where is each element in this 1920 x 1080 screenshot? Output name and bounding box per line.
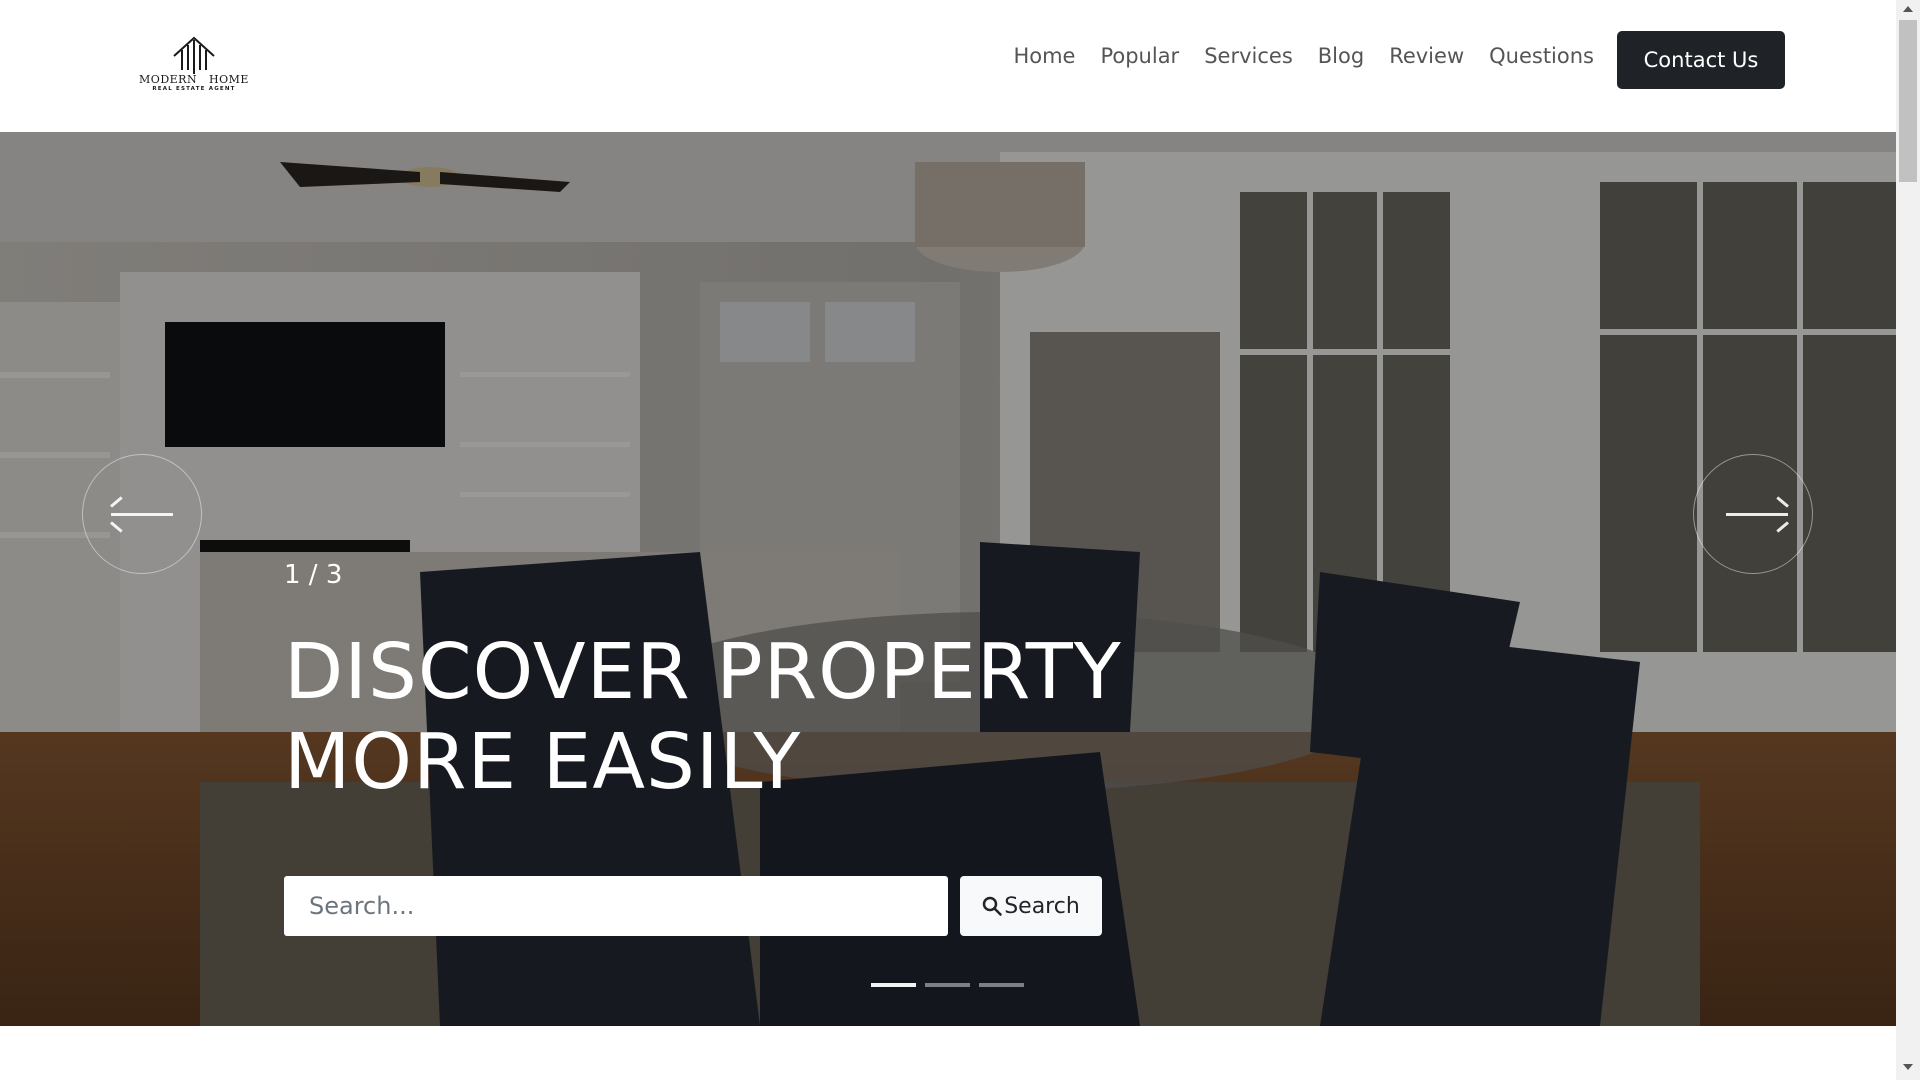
scroll-down-arrow-icon[interactable] <box>1903 1064 1913 1070</box>
hero-title: DISCOVER PROPERTY MORE EASILY <box>284 628 1284 808</box>
nav-blog[interactable]: Blog <box>1318 44 1364 68</box>
hero-slider: 1 / 3 DISCOVER PROPERTY MORE EASILY Sear… <box>0 132 1896 1026</box>
house-logo-icon <box>173 36 215 74</box>
site-header: MODERN HOME REAL ESTATE AGENT Home Popul… <box>0 0 1896 132</box>
search-button[interactable]: Search <box>960 876 1102 936</box>
logo-tagline: REAL ESTATE AGENT <box>152 86 236 92</box>
logo-wordmark: MODERN HOME <box>139 73 249 86</box>
nav-home[interactable]: Home <box>1013 44 1075 68</box>
nav-review[interactable]: Review <box>1389 44 1464 68</box>
arrow-left-icon <box>111 513 173 516</box>
page-scrollbar[interactable] <box>1896 0 1920 1080</box>
slide-indicator-2[interactable] <box>925 983 970 987</box>
scrollbar-thumb[interactable] <box>1899 20 1917 182</box>
arrow-right-icon <box>1726 513 1788 516</box>
search-icon <box>982 896 1002 916</box>
contact-us-button[interactable]: Contact Us <box>1617 31 1785 89</box>
logo[interactable]: MODERN HOME REAL ESTATE AGENT <box>134 36 254 94</box>
slide-indicators <box>871 983 1024 987</box>
hero-title-line-2: MORE EASILY <box>284 718 802 807</box>
next-slide-button[interactable] <box>1693 454 1813 574</box>
nav-questions[interactable]: Questions <box>1489 44 1594 68</box>
slide-indicator-3[interactable] <box>979 983 1024 987</box>
scroll-up-arrow-icon[interactable] <box>1903 6 1913 12</box>
slide-indicator-1[interactable] <box>871 983 916 987</box>
nav-services[interactable]: Services <box>1204 44 1293 68</box>
search-button-label: Search <box>1004 893 1080 919</box>
prev-slide-button[interactable] <box>82 454 202 574</box>
nav-popular[interactable]: Popular <box>1100 44 1179 68</box>
main-nav: Home Popular Services Blog Review Questi… <box>1013 44 1594 68</box>
hero-title-line-1: DISCOVER PROPERTY <box>284 628 1122 717</box>
search-input[interactable] <box>284 876 948 936</box>
slide-counter: 1 / 3 <box>284 560 343 590</box>
